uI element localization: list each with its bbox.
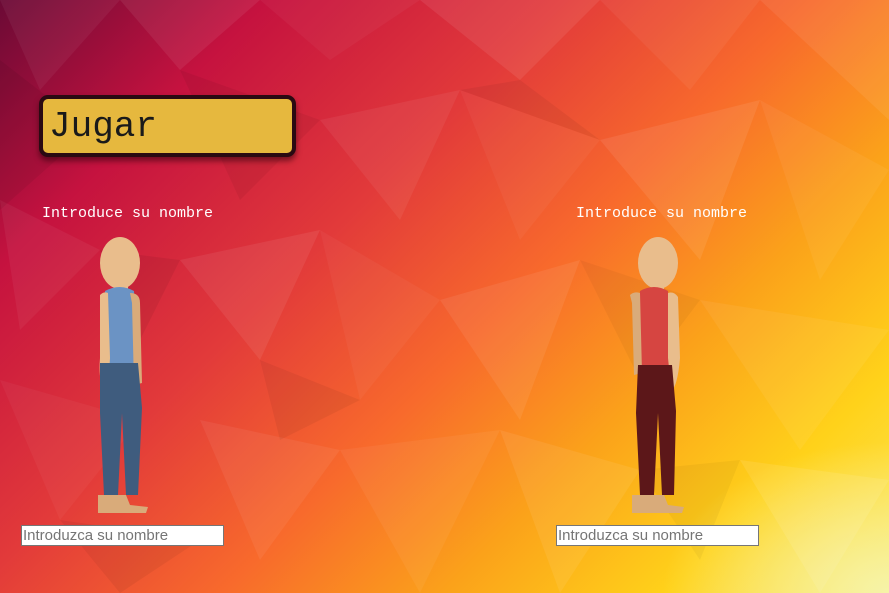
play-button[interactable]: Jugar	[39, 95, 296, 157]
player2-name-input[interactable]	[556, 525, 759, 546]
player2-label: Introduce su nombre	[576, 205, 748, 222]
player1-avatar-icon	[90, 233, 160, 513]
player2-avatar-icon	[624, 233, 694, 513]
player1-label: Introduce su nombre	[42, 205, 214, 222]
player1-name-input[interactable]	[21, 525, 224, 546]
